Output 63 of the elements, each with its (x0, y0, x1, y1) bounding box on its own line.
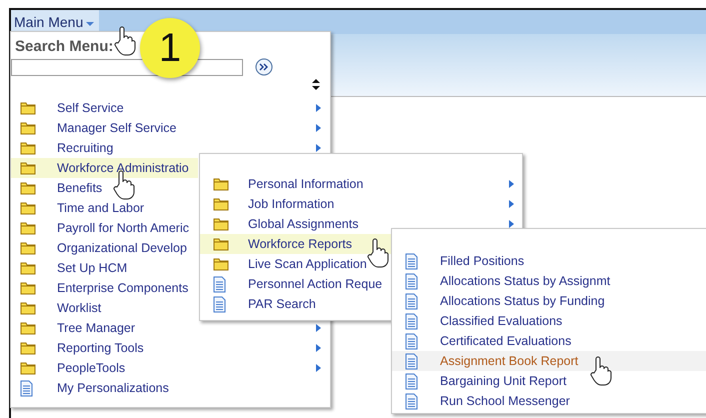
folder-icon (20, 221, 36, 235)
hand-cursor-icon (367, 238, 389, 268)
document-icon (405, 252, 418, 270)
document-icon (213, 276, 226, 292)
menu-item[interactable]: Organizational Develop (11, 238, 198, 258)
folder-icon (20, 261, 36, 275)
menu-item[interactable]: Benefits (11, 178, 198, 198)
folder-icon (20, 281, 36, 295)
folder-icon (20, 241, 36, 255)
folder-icon (20, 201, 36, 215)
menu-item[interactable]: Payroll for North Americ (11, 218, 198, 238)
menu-item[interactable]: Run School Messenger (392, 391, 706, 411)
menu-item[interactable]: Worklist (11, 298, 198, 318)
main-menu-button[interactable]: Main Menu (9, 10, 100, 32)
menu-item[interactable]: Workforce Administratio (11, 158, 198, 178)
menu-item[interactable]: Self Service (11, 98, 329, 118)
document-icon (405, 272, 418, 290)
menu-item[interactable]: My Personalizations (11, 378, 198, 398)
go-button-icon[interactable] (255, 58, 273, 76)
menu-item[interactable]: Classified Evaluations (392, 311, 706, 331)
menu-item[interactable]: PeopleTools (11, 358, 329, 378)
document-icon (405, 332, 418, 350)
folder-icon (20, 141, 36, 155)
menu-item[interactable]: Tree Manager (11, 318, 329, 338)
hand-cursor-icon (590, 356, 612, 386)
folder-icon (213, 177, 229, 191)
menu-item[interactable]: Set Up HCM (11, 258, 198, 278)
folder-icon (213, 237, 229, 251)
document-icon (405, 292, 418, 310)
folder-icon (20, 301, 36, 315)
folder-icon (213, 197, 229, 211)
sort-icon[interactable] (312, 79, 320, 90)
menu-item[interactable]: Reporting Tools (11, 338, 329, 358)
menu-item[interactable]: Filled Positions (392, 251, 706, 271)
folder-icon (20, 321, 36, 335)
folder-icon (20, 161, 36, 175)
document-icon (405, 392, 418, 410)
menu-item[interactable]: Recruiting (11, 138, 329, 158)
folder-icon (20, 121, 36, 135)
menu-item[interactable]: Bargaining Unit Report (392, 371, 706, 391)
folder-icon (20, 101, 36, 115)
folder-icon (213, 257, 229, 271)
document-icon (405, 372, 418, 390)
document-icon (213, 296, 226, 312)
menu-item[interactable]: Global Assignments (200, 214, 522, 234)
menu-item[interactable]: Allocations Status by Funding (392, 291, 706, 311)
menu-item[interactable]: Certificated Evaluations (392, 331, 706, 351)
folder-icon (213, 217, 229, 231)
document-icon (405, 312, 418, 330)
document-icon (405, 352, 418, 370)
document-icon (20, 380, 33, 396)
menu-item[interactable]: Assignment Book Report (392, 351, 706, 371)
menu-item[interactable]: Time and Labor (11, 198, 198, 218)
search-menu-label: Search Menu: (15, 38, 114, 55)
menu-item[interactable]: Allocations Status by Assignmt (392, 271, 706, 291)
folder-icon (20, 181, 36, 195)
menu-item[interactable]: Job Information (200, 194, 522, 214)
menu-item[interactable]: Personal Information (200, 174, 522, 194)
dropdown-caret-icon (86, 22, 94, 26)
menu-item[interactable]: Manager Self Service (11, 118, 329, 138)
folder-icon (20, 341, 36, 355)
menu-item[interactable]: Enterprise Components (11, 278, 198, 298)
folder-icon (20, 361, 36, 375)
